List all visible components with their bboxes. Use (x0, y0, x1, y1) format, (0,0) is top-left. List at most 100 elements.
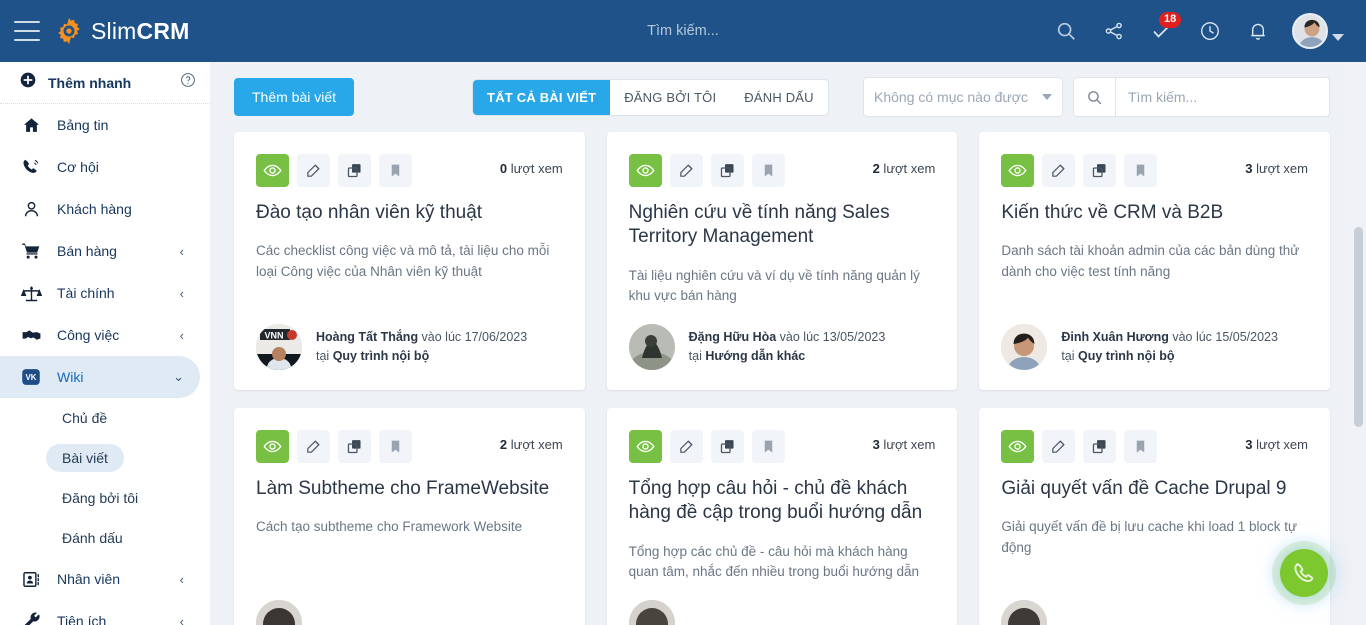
article-title[interactable]: Làm Subtheme cho FrameWebsite (256, 477, 563, 501)
content-toolbar: Thêm bài viết TẤT CẢ BÀI VIẾT ĐĂNG BỞI T… (210, 62, 1366, 132)
scrollbar-thumb[interactable] (1354, 227, 1363, 427)
card-header: 2 lượt xem (629, 154, 936, 187)
edit-icon[interactable] (670, 430, 703, 463)
vertical-scrollbar[interactable] (1351, 62, 1366, 625)
article-title[interactable]: Nghiên cứu về tính năng Sales Territory … (629, 201, 936, 250)
bookmark-icon[interactable] (752, 154, 785, 187)
bell-notification-icon[interactable] (1244, 17, 1272, 45)
sidebar-subitem-dang-boi-toi[interactable]: Đăng bởi tôi (0, 478, 210, 518)
sidebar-item-label: Cơ hội (57, 159, 184, 175)
card-header: 3 lượt xem (1001, 154, 1308, 187)
bookmark-icon[interactable] (1124, 154, 1157, 187)
duplicate-icon[interactable] (711, 430, 744, 463)
author-info: Đinh Xuân Hương vào lúc 15/05/2023 tại Q… (1061, 328, 1278, 367)
article-title[interactable]: Kiến thức về CRM và B2B (1001, 201, 1308, 225)
duplicate-icon[interactable] (711, 154, 744, 187)
search-input[interactable] (1115, 77, 1330, 117)
article-title[interactable]: Tổng hợp câu hỏi - chủ đề khách hàng đề … (629, 477, 936, 526)
article-card[interactable]: 2 lượt xem Nghiên cứu về tính năng Sales… (607, 132, 958, 390)
article-description: Tài liệu nghiên cứu và ví dụ về tính năn… (629, 266, 936, 307)
question-circle-icon[interactable] (180, 72, 196, 93)
view-count: 3 lượt xem (873, 430, 936, 452)
sidebar-subitem-chu-de[interactable]: Chủ đề (0, 398, 210, 438)
sidebar-item-khach-hang[interactable]: Khách hàng (0, 188, 200, 230)
global-search-input[interactable] (553, 23, 813, 39)
article-card[interactable]: 3 lượt xem Giải quyết vấn đề Cache Drupa… (979, 408, 1330, 625)
edit-icon[interactable] (1042, 154, 1075, 187)
vk-icon: VK (20, 366, 42, 388)
sidebar-item-ban-hang[interactable]: Bán hàng ‹ (0, 230, 200, 272)
bookmark-icon[interactable] (379, 430, 412, 463)
chevron-left-icon: ‹ (180, 572, 184, 587)
sidebar-item-co-hoi[interactable]: Cơ hội (0, 146, 200, 188)
view-count-label: lượt xem (507, 437, 563, 452)
tab-all-articles[interactable]: TẤT CẢ BÀI VIẾT (473, 80, 610, 115)
category-select[interactable]: Không có mục nào được (863, 77, 1063, 117)
edit-icon[interactable] (670, 154, 703, 187)
sidebar-subitem-danh-dau[interactable]: Đánh dấu (0, 518, 210, 558)
article-card-grid: 0 lượt xem Đào tạo nhân viên kỹ thuật Cá… (210, 132, 1366, 625)
share-icon[interactable] (1100, 17, 1128, 45)
sidebar-item-tien-ich[interactable]: Tiện ích ‹ (0, 600, 200, 625)
category-select-value: Không có mục nào được (874, 89, 1028, 105)
search-icon[interactable] (1073, 77, 1115, 117)
view-count: 2 lượt xem (873, 154, 936, 176)
hamburger-menu-icon[interactable] (14, 21, 40, 41)
account-dropdown-caret-icon[interactable] (1332, 34, 1344, 41)
view-icon[interactable] (256, 154, 289, 187)
duplicate-icon[interactable] (1083, 430, 1116, 463)
edit-icon[interactable] (1042, 430, 1075, 463)
top-navigation-bar: SlimCRM 18 (0, 0, 1366, 62)
article-description: Danh sách tài khoản admin của các bản dù… (1001, 241, 1308, 282)
article-card[interactable]: 3 lượt xem Kiến thức về CRM và B2B Danh … (979, 132, 1330, 390)
view-count: 0 lượt xem (500, 154, 563, 176)
phone-call-icon[interactable] (1280, 549, 1328, 597)
view-icon[interactable] (629, 430, 662, 463)
sidebar-item-cong-viec[interactable]: Công việc ‹ (0, 314, 200, 356)
brand-logo[interactable]: SlimCRM (54, 16, 190, 46)
view-count: 2 lượt xem (500, 430, 563, 452)
clock-history-icon[interactable] (1196, 17, 1224, 45)
brand-name-light: Slim (91, 18, 137, 44)
duplicate-icon[interactable] (1083, 154, 1116, 187)
duplicate-icon[interactable] (338, 154, 371, 187)
avatar[interactable] (1292, 13, 1328, 49)
edit-icon[interactable] (297, 154, 330, 187)
quick-add-button[interactable]: Thêm nhanh (0, 62, 210, 104)
article-card[interactable]: 3 lượt xem Tổng hợp câu hỏi - chủ đề khá… (607, 408, 958, 625)
sidebar-subitem-label: Đánh dấu (46, 524, 139, 552)
chevron-down-icon (1042, 94, 1052, 100)
article-description: Cách tạo subtheme cho Framework Website (256, 517, 563, 537)
duplicate-icon[interactable] (338, 430, 371, 463)
tab-posted-by-me[interactable]: ĐĂNG BỞI TÔI (610, 80, 730, 115)
search-icon[interactable] (1052, 17, 1080, 45)
tab-bookmarked[interactable]: ĐÁNH DẤU (730, 80, 828, 115)
article-card[interactable]: 0 lượt xem Đào tạo nhân viên kỹ thuật Cá… (234, 132, 585, 390)
add-article-button[interactable]: Thêm bài viết (234, 78, 354, 116)
article-title[interactable]: Đào tạo nhân viên kỹ thuật (256, 201, 563, 225)
view-icon[interactable] (629, 154, 662, 187)
article-title[interactable]: Giải quyết vấn đề Cache Drupal 9 (1001, 477, 1308, 501)
article-description: Các checklist công việc và mô tả, tài li… (256, 241, 563, 282)
view-icon[interactable] (1001, 154, 1034, 187)
chevron-left-icon: ‹ (180, 614, 184, 625)
sidebar-subitem-bai-viet[interactable]: Bài viết (0, 438, 210, 478)
edit-icon[interactable] (297, 430, 330, 463)
article-card[interactable]: 2 lượt xem Làm Subtheme cho FrameWebsite… (234, 408, 585, 625)
article-meta (629, 582, 936, 625)
sidebar-item-tai-chinh[interactable]: Tài chính ‹ (0, 272, 200, 314)
sidebar-item-bang-tin[interactable]: Bảng tin (0, 104, 200, 146)
svg-text:VK: VK (26, 373, 37, 382)
bookmark-icon[interactable] (1124, 430, 1157, 463)
home-icon (20, 114, 42, 136)
view-icon[interactable] (256, 430, 289, 463)
bookmark-icon[interactable] (379, 154, 412, 187)
bookmark-icon[interactable] (752, 430, 785, 463)
view-icon[interactable] (1001, 430, 1034, 463)
article-description: Giải quyết vấn đề bị lưu cache khi load … (1001, 517, 1308, 558)
author-info: Hoàng Tất Thắng vào lúc 17/06/2023 tại Q… (316, 328, 527, 367)
sidebar-item-label: Công việc (57, 327, 165, 343)
check-task-icon[interactable]: 18 (1148, 17, 1176, 45)
sidebar-item-nhan-vien[interactable]: Nhân viên ‹ (0, 558, 200, 600)
sidebar-item-wiki[interactable]: VK Wiki ⌄ (0, 356, 200, 398)
